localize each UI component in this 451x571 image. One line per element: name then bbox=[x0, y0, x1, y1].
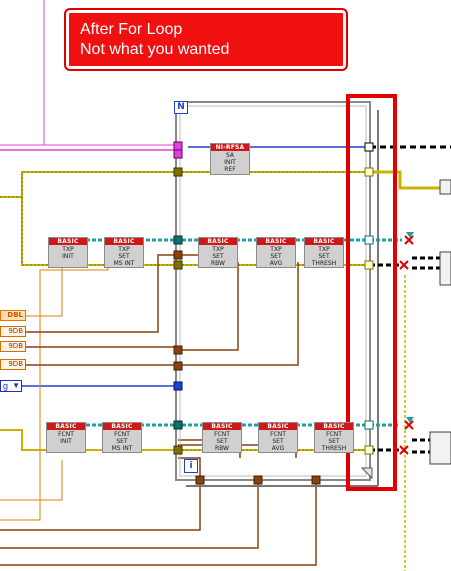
right-node-fragment[interactable] bbox=[439, 179, 451, 195]
subvi-text: SET bbox=[118, 253, 130, 260]
dropdown-arrow-icon: ▼ bbox=[12, 381, 20, 390]
callout-line-1: After For Loop bbox=[80, 21, 183, 38]
subvi-text: INIT bbox=[60, 438, 72, 445]
subvi-header: BASIC bbox=[315, 423, 353, 430]
subvi-text: AVG bbox=[271, 445, 285, 452]
subvi-text: SA bbox=[225, 152, 235, 159]
subvi-txp-set-avg[interactable]: BASIC TXP SET AVG bbox=[256, 237, 296, 268]
subvi-header: BASIC bbox=[105, 238, 143, 245]
subvi-text: FCNT bbox=[270, 431, 286, 438]
subvi-txp-init[interactable]: BASIC TXP INIT bbox=[48, 237, 88, 268]
output-wires bbox=[370, 145, 451, 571]
subvi-text: FCNT bbox=[326, 431, 342, 438]
block-diagram bbox=[0, 0, 451, 571]
subvi-header: BASIC bbox=[199, 238, 237, 245]
subvi-text: SET bbox=[270, 253, 282, 260]
subvi-header: BASIC bbox=[47, 423, 85, 430]
subvi-text: AVG bbox=[269, 260, 283, 267]
subvi-text: SET bbox=[216, 438, 228, 445]
loop-iteration-terminal[interactable]: i bbox=[184, 459, 198, 473]
integer-control-2[interactable]: 9DB bbox=[0, 341, 26, 352]
subvi-text: SET bbox=[318, 253, 330, 260]
enum-value: g bbox=[3, 381, 9, 391]
subvi-fcnt-init[interactable]: BASIC FCNT INIT bbox=[46, 422, 86, 453]
subvi-text: INIT bbox=[62, 253, 74, 260]
subvi-txp-set-thresh[interactable]: BASIC TXP SET THRESH bbox=[304, 237, 344, 268]
close-subvi-fragment-top[interactable] bbox=[439, 251, 451, 286]
subvi-text: SET bbox=[212, 253, 224, 260]
subvi-text: FCNT bbox=[58, 431, 74, 438]
subvi-text: INIT bbox=[224, 159, 236, 166]
highlight-rectangle bbox=[346, 94, 397, 491]
subvi-text: TXP bbox=[318, 246, 330, 253]
error-wires bbox=[0, 171, 368, 451]
dbl-control[interactable]: DBL bbox=[0, 310, 26, 321]
subvi-header: NI-RFSA bbox=[211, 144, 249, 151]
subvi-header: BASIC bbox=[49, 238, 87, 245]
subvi-text: SET bbox=[116, 438, 128, 445]
subvi-fcnt-set-avg[interactable]: BASIC FCNT SET AVG bbox=[258, 422, 298, 453]
subvi-txp-set-ms-int[interactable]: BASIC TXP SET MS INT bbox=[104, 237, 144, 268]
subvi-text: MS INT bbox=[111, 445, 133, 452]
annotation-callout: After For Loop Not what you wanted bbox=[64, 8, 348, 71]
subvi-header: BASIC bbox=[259, 423, 297, 430]
subvi-sa-init-ref[interactable]: NI-RFSA SA INIT REF bbox=[210, 143, 250, 175]
subvi-text: FCNT bbox=[214, 431, 230, 438]
subvi-header: BASIC bbox=[257, 238, 295, 245]
subvi-text: TXP bbox=[270, 246, 282, 253]
for-loop-frame-inner bbox=[179, 105, 367, 477]
subvi-text: FCNT bbox=[114, 431, 130, 438]
subvi-header: BASIC bbox=[305, 238, 343, 245]
integer-control-1[interactable]: 9DB bbox=[0, 326, 26, 337]
close-subvi-fragment-bottom[interactable] bbox=[429, 431, 451, 465]
brown-wires bbox=[0, 254, 317, 566]
subvi-text: RBW bbox=[210, 260, 225, 267]
subvi-text: THRESH bbox=[311, 260, 337, 267]
subvi-text: SET bbox=[328, 438, 340, 445]
integer-control-3[interactable]: 9DB bbox=[0, 359, 26, 370]
subvi-text: THRESH bbox=[321, 445, 347, 452]
subvi-text: TXP bbox=[118, 246, 130, 253]
subvi-text: TXP bbox=[212, 246, 224, 253]
subvi-fcnt-set-rbw[interactable]: BASIC FCNT SET RBW bbox=[202, 422, 242, 453]
subvi-fcnt-set-ms-int[interactable]: BASIC FCNT SET MS INT bbox=[102, 422, 142, 453]
subvi-header: BASIC bbox=[203, 423, 241, 430]
subvi-txp-set-rbw[interactable]: BASIC TXP SET RBW bbox=[198, 237, 238, 268]
loop-count-terminal[interactable]: N bbox=[174, 101, 188, 114]
callout-line-2: Not what you wanted bbox=[80, 41, 230, 58]
subvi-text: RBW bbox=[214, 445, 229, 452]
subvi-text: REF bbox=[224, 166, 236, 173]
subvi-header: BASIC bbox=[103, 423, 141, 430]
subvi-text: MS INT bbox=[113, 260, 135, 267]
subvi-fcnt-set-thresh[interactable]: BASIC FCNT SET THRESH bbox=[314, 422, 354, 453]
subvi-text: SET bbox=[272, 438, 284, 445]
error-wires-dark bbox=[0, 171, 368, 451]
subvi-text: TXP bbox=[62, 246, 74, 253]
enum-control[interactable]: g ▼ bbox=[0, 380, 22, 392]
